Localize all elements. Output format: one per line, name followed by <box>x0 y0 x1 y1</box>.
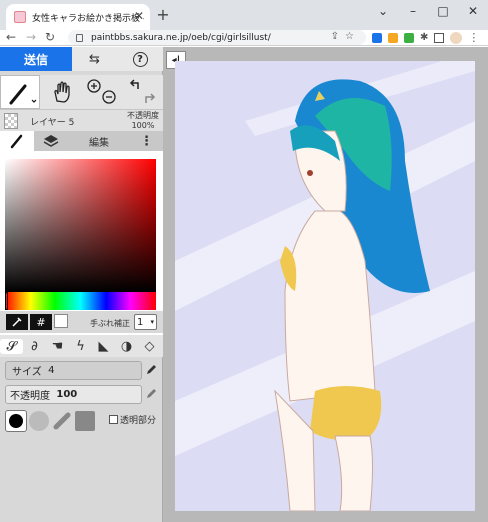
omnibox-icons: ⇪☆ <box>331 31 360 42</box>
layer-opacity-value: 100% <box>131 121 155 130</box>
side-panel-icon[interactable] <box>434 32 445 43</box>
hue-slider[interactable] <box>5 292 156 310</box>
favicon-icon <box>14 11 26 23</box>
layer-opacity: 不透明度 100% <box>127 111 159 131</box>
eyedropper-icon <box>12 317 22 327</box>
browser-toolbar: ← → ↻ paintbbs.sakura.ne.jp/oeb/cgi/girl… <box>0 30 488 46</box>
back-icon[interactable]: ← <box>6 30 16 44</box>
brush-icon <box>9 84 37 105</box>
eyedropper-button[interactable] <box>6 314 28 330</box>
extension-icon[interactable] <box>404 32 414 43</box>
layer-opacity-label: 不透明度 <box>127 111 159 120</box>
bookmark-star-icon[interactable]: ☆ <box>345 31 360 42</box>
browser-tabstrip: 女性キャラお絵かき掲示板 - お絵かき ✕ + ⌄ – □ ✕ <box>0 0 488 30</box>
stabilizer-value: 1 <box>137 316 144 328</box>
hex-input-button[interactable]: # <box>30 314 52 330</box>
stabilizer-select[interactable]: 1 ▾ <box>134 314 157 330</box>
color-picker: # 手ぶれ補正 1 ▾ <box>0 151 163 339</box>
help-icon: ? <box>132 51 148 67</box>
tab-brush[interactable] <box>0 131 34 151</box>
forward-icon[interactable]: → <box>26 30 36 44</box>
tip-round-soft[interactable] <box>29 411 49 431</box>
profile-avatar[interactable] <box>450 31 463 44</box>
more-menu-icon[interactable]: ⋮ <box>130 131 163 151</box>
chalk-icon <box>53 412 71 430</box>
send-button[interactable]: 送信 <box>0 47 72 71</box>
reload-icon[interactable]: ↻ <box>45 30 55 44</box>
round-hard-icon <box>9 414 23 428</box>
smudge-brush-icon[interactable]: ☚ <box>46 339 69 354</box>
brush-icon <box>10 134 23 149</box>
lock-icon <box>76 33 83 42</box>
address-bar[interactable]: paintbbs.sakura.ne.jp/oeb/cgi/girlsillus… <box>68 30 366 45</box>
brush-shapes-row: 𝓢 ∂ ☚ ϟ ◣ ◑ ◇ <box>0 335 163 357</box>
panel-tabs: 編集 ⋮ <box>0 131 163 151</box>
opacity-label: 不透明度 <box>10 391 50 402</box>
fill-bucket-icon[interactable]: ◣ <box>92 339 115 354</box>
close-window-button[interactable]: ✕ <box>458 0 488 30</box>
tab-layers[interactable] <box>34 131 68 151</box>
size-label: サイズ <box>12 367 42 378</box>
drawing-canvas[interactable] <box>175 61 475 511</box>
layer-row[interactable]: レイヤー 5 不透明度 100% <box>0 109 163 131</box>
lasso-icon[interactable]: ϟ <box>69 339 92 354</box>
tab-search-icon[interactable]: ⌄ <box>368 0 398 30</box>
edit-size-icon[interactable] <box>145 363 158 376</box>
extensions-area: ✱ ⋮ <box>372 31 479 44</box>
new-tab-button[interactable]: + <box>154 5 172 24</box>
brush-opacity-slider[interactable]: 不透明度 100 <box>5 385 142 404</box>
canvas-area: ◂| <box>163 47 488 522</box>
brush-tip-row: 透明部分 <box>5 409 163 433</box>
menu-icon[interactable]: ⋮ <box>468 31 479 44</box>
color-tools-row: # 手ぶれ補正 1 ▾ <box>0 311 163 333</box>
opacity-value: 100 <box>56 389 78 400</box>
undo-redo-icon[interactable] <box>126 77 160 107</box>
eraser-icon[interactable]: ◇ <box>138 339 161 354</box>
gradient-icon[interactable]: ◑ <box>115 339 138 354</box>
stabilizer-label: 手ぶれ補正 <box>90 319 130 328</box>
close-tab-icon[interactable]: ✕ <box>134 9 144 23</box>
brush-tool-button[interactable] <box>0 75 40 109</box>
tab-title: 女性キャラお絵かき掲示板 - お絵かき <box>32 13 144 24</box>
paint-app: 送信 ⇆ ? レイヤー 5 不透明度 100% 編集 ⋮ # 手ぶれ補正 1 ▾… <box>0 47 488 522</box>
minimize-button[interactable]: – <box>398 0 428 30</box>
transparent-label: 透明部分 <box>120 416 157 426</box>
checkbox-box[interactable] <box>109 415 118 424</box>
hue-slider-handle[interactable] <box>5 292 8 310</box>
pen-brush-icon[interactable]: 𝓢 <box>0 338 23 354</box>
help-button[interactable]: ? <box>117 47 163 71</box>
extension-icon[interactable] <box>388 32 398 43</box>
layer-name: レイヤー 5 <box>30 118 75 128</box>
layer-thumbnail <box>4 113 18 129</box>
tip-round-hard[interactable] <box>5 410 27 432</box>
swap-icon[interactable]: ⇆ <box>72 47 117 71</box>
extension-icon[interactable] <box>372 32 382 43</box>
secondary-color-swatch[interactable] <box>54 314 68 328</box>
brush-size-slider[interactable]: サイズ 4 <box>5 361 142 380</box>
url-text[interactable]: paintbbs.sakura.ne.jp/oeb/cgi/girlsillus… <box>91 33 271 43</box>
share-icon[interactable]: ⇪ <box>331 31 345 42</box>
browser-tab[interactable]: 女性キャラお絵かき掲示板 - お絵かき ✕ <box>6 4 150 30</box>
tab-edit[interactable]: 編集 <box>68 131 130 151</box>
window-controls: ⌄ – □ ✕ <box>368 0 488 30</box>
chevron-down-icon: ▾ <box>150 318 154 326</box>
puzzle-icon[interactable]: ✱ <box>420 32 428 43</box>
tip-square[interactable] <box>75 411 95 431</box>
tool-panel: 送信 ⇆ ? レイヤー 5 不透明度 100% 編集 ⋮ # 手ぶれ補正 1 ▾… <box>0 47 163 522</box>
size-value: 4 <box>48 365 55 376</box>
main-tools-row <box>0 75 163 109</box>
edit-opacity-icon[interactable] <box>145 387 158 400</box>
maximize-button[interactable]: □ <box>428 0 458 30</box>
layers-icon <box>43 135 59 147</box>
illustration-image <box>175 61 475 511</box>
hand-icon[interactable] <box>50 80 74 104</box>
tip-chalk[interactable] <box>52 411 72 431</box>
blur-brush-icon[interactable]: ∂ <box>23 339 46 354</box>
zoom-icon[interactable] <box>86 77 118 107</box>
saturation-value-field[interactable] <box>5 159 156 292</box>
transparent-lock-checkbox[interactable]: 透明部分 <box>109 413 156 426</box>
